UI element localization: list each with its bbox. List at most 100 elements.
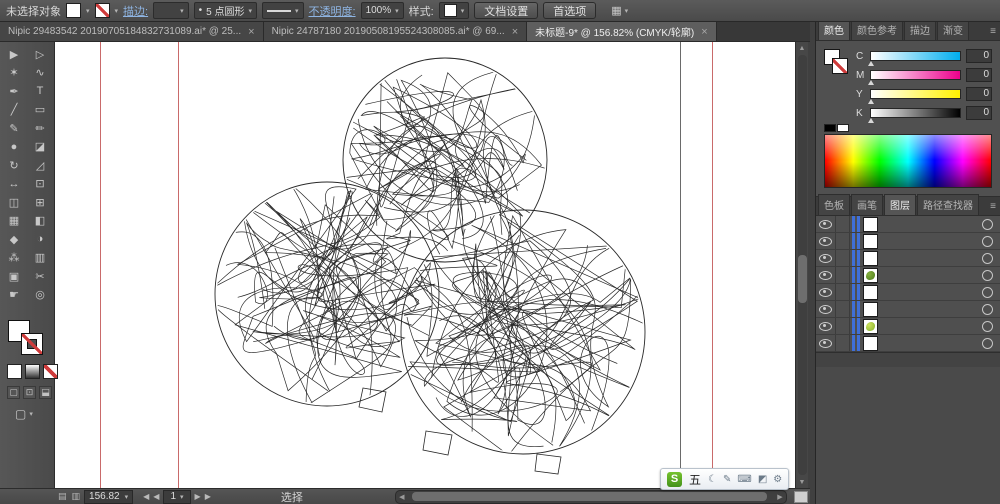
direct-selection-tool-icon[interactable]: ▷ xyxy=(27,45,53,64)
ime-icon-1[interactable]: ✎ xyxy=(723,474,731,485)
eyedropper-tool-icon[interactable]: ◆ xyxy=(1,230,27,249)
vertical-scroll-thumb[interactable] xyxy=(798,255,807,303)
shape-builder-tool-icon[interactable]: ◫ xyxy=(1,193,27,212)
draw-mode-0-icon[interactable]: ▢ xyxy=(7,386,20,399)
mesh-tool-icon[interactable]: ▦ xyxy=(1,212,27,231)
status-icon-0[interactable]: ▤ xyxy=(58,491,67,502)
first-artboard-icon[interactable]: ◀ xyxy=(143,492,149,501)
draw-mode-1-icon[interactable]: ⊡ xyxy=(23,386,36,399)
panel-group-tab-0[interactable]: 色板 xyxy=(818,194,850,215)
tab-close-icon[interactable]: × xyxy=(512,26,518,38)
zoom-level-combo[interactable]: 156.82 ▾ xyxy=(84,490,133,504)
paintbrush-tool-icon[interactable]: ✎ xyxy=(1,119,27,138)
ime-icon-0[interactable]: ☾ xyxy=(708,474,717,485)
layer-row[interactable] xyxy=(816,267,1000,284)
document-tab[interactable]: Nipic 29483542 20190705184832731089.ai* … xyxy=(0,22,264,41)
magic-wand-tool-icon[interactable]: ✶ xyxy=(1,64,27,83)
color-group-tab-2[interactable]: 描边 xyxy=(904,19,936,40)
slider-thumb-icon[interactable] xyxy=(868,77,874,85)
layer-target-icon[interactable] xyxy=(982,253,993,264)
color-group-tab-1[interactable]: 颜色参考 xyxy=(851,19,903,40)
panel-group-tab-3[interactable]: 路径查找器 xyxy=(917,194,979,215)
channel-value-field[interactable]: 0 xyxy=(966,87,992,101)
tab-close-icon[interactable]: × xyxy=(248,26,254,38)
channel-slider[interactable] xyxy=(870,89,961,99)
layer-thumbnail[interactable] xyxy=(863,268,878,283)
width-tool-tool-icon[interactable]: ↔ xyxy=(1,175,27,194)
canvas[interactable] xyxy=(55,42,795,488)
lock-toggle[interactable] xyxy=(836,233,850,249)
layer-name-area[interactable] xyxy=(878,335,982,351)
horizontal-scrollbar[interactable]: ◀ ▶ xyxy=(395,490,787,504)
line-segment-tool-icon[interactable]: ╱ xyxy=(1,101,27,120)
tab-close-icon[interactable]: × xyxy=(701,26,707,38)
lock-toggle[interactable] xyxy=(836,335,850,351)
document-tab[interactable]: 未标题-9* @ 156.82% (CMYK/轮廓)× xyxy=(527,22,717,41)
layer-target-icon[interactable] xyxy=(982,321,993,332)
slice-tool-icon[interactable]: ✂ xyxy=(27,267,53,286)
pen-tool-icon[interactable]: ✒ xyxy=(1,82,27,101)
vertical-scrollbar[interactable]: ▲ ▼ xyxy=(795,42,808,488)
none-mode-button[interactable] xyxy=(43,364,58,379)
ime-icon-3[interactable]: ◩ xyxy=(758,474,767,485)
preferences-button[interactable]: 首选项 xyxy=(543,2,596,19)
layer-thumbnail[interactable] xyxy=(863,302,878,317)
slider-thumb-icon[interactable] xyxy=(868,58,874,66)
pencil-tool-icon[interactable]: ✏ xyxy=(27,119,53,138)
panel-group-tab-1[interactable]: 画笔 xyxy=(851,194,883,215)
layer-thumbnail[interactable] xyxy=(863,234,878,249)
channel-value-field[interactable]: 0 xyxy=(966,106,992,120)
lasso-tool-icon[interactable]: ∿ xyxy=(27,64,53,83)
visibility-toggle[interactable] xyxy=(816,267,836,283)
layer-target-icon[interactable] xyxy=(982,304,993,315)
zoom-tool-icon[interactable]: ◎ xyxy=(27,286,53,305)
eraser-tool-icon[interactable]: ◪ xyxy=(27,138,53,157)
ime-icon-2[interactable]: ⌨ xyxy=(737,474,751,485)
visibility-toggle[interactable] xyxy=(816,335,836,351)
layer-name-area[interactable] xyxy=(878,216,982,232)
scroll-down-icon[interactable]: ▼ xyxy=(796,476,808,488)
slider-thumb-icon[interactable] xyxy=(868,96,874,104)
color-mode-button[interactable] xyxy=(7,364,22,379)
layer-thumbnail[interactable] xyxy=(863,285,878,300)
layer-name-area[interactable] xyxy=(878,301,982,317)
black-swatch[interactable] xyxy=(824,124,836,132)
ime-icon-4[interactable]: ⚙ xyxy=(773,474,782,485)
color-group-tab-3[interactable]: 渐变 xyxy=(937,19,969,40)
ime-logo[interactable]: S xyxy=(667,472,682,487)
last-artboard-icon[interactable]: ▶ xyxy=(205,492,211,501)
layer-name-area[interactable] xyxy=(878,284,982,300)
scroll-up-icon[interactable]: ▲ xyxy=(796,42,808,54)
layer-target-icon[interactable] xyxy=(982,219,993,230)
layer-row[interactable] xyxy=(816,250,1000,267)
white-swatch[interactable] xyxy=(837,124,849,132)
layer-name-area[interactable] xyxy=(878,267,982,283)
layer-thumbnail[interactable] xyxy=(863,319,878,334)
document-setup-button[interactable]: 文档设置 xyxy=(474,2,538,19)
fill-color-swatch[interactable] xyxy=(66,3,81,18)
panel-menu-icon[interactable]: ≡ xyxy=(990,26,996,40)
layer-name-area[interactable] xyxy=(878,233,982,249)
visibility-toggle[interactable] xyxy=(816,233,836,249)
stroke-swatch[interactable] xyxy=(21,333,43,355)
stroke-weight-combo[interactable]: ▾ xyxy=(153,2,189,19)
blob-brush-tool-icon[interactable]: ● xyxy=(1,138,27,157)
gradient-tool-icon[interactable]: ◧ xyxy=(27,212,53,231)
visibility-toggle[interactable] xyxy=(816,216,836,232)
layer-name-area[interactable] xyxy=(878,318,982,334)
layer-row[interactable] xyxy=(816,301,1000,318)
rectangle-tool-icon[interactable]: ▭ xyxy=(27,101,53,120)
free-transform-tool-icon[interactable]: ⊡ xyxy=(27,175,53,194)
width-profile-combo[interactable]: ▾ xyxy=(262,2,304,19)
visibility-toggle[interactable] xyxy=(816,250,836,266)
prev-artboard-icon[interactable]: ◀ xyxy=(153,492,159,501)
gradient-mode-button[interactable] xyxy=(25,364,40,379)
layer-thumbnail[interactable] xyxy=(863,217,878,232)
panel-group-tab-2[interactable]: 图层 xyxy=(884,194,916,215)
document-tab[interactable]: Nipic 24787180 20190508195524308085.ai* … xyxy=(264,22,528,41)
visibility-toggle[interactable] xyxy=(816,318,836,334)
rotate-tool-icon[interactable]: ↻ xyxy=(1,156,27,175)
next-artboard-icon[interactable]: ▶ xyxy=(195,492,201,501)
status-icon-1[interactable]: ▥ xyxy=(72,491,81,502)
arrange-documents-button[interactable]: ▦ ▾ xyxy=(611,4,628,17)
